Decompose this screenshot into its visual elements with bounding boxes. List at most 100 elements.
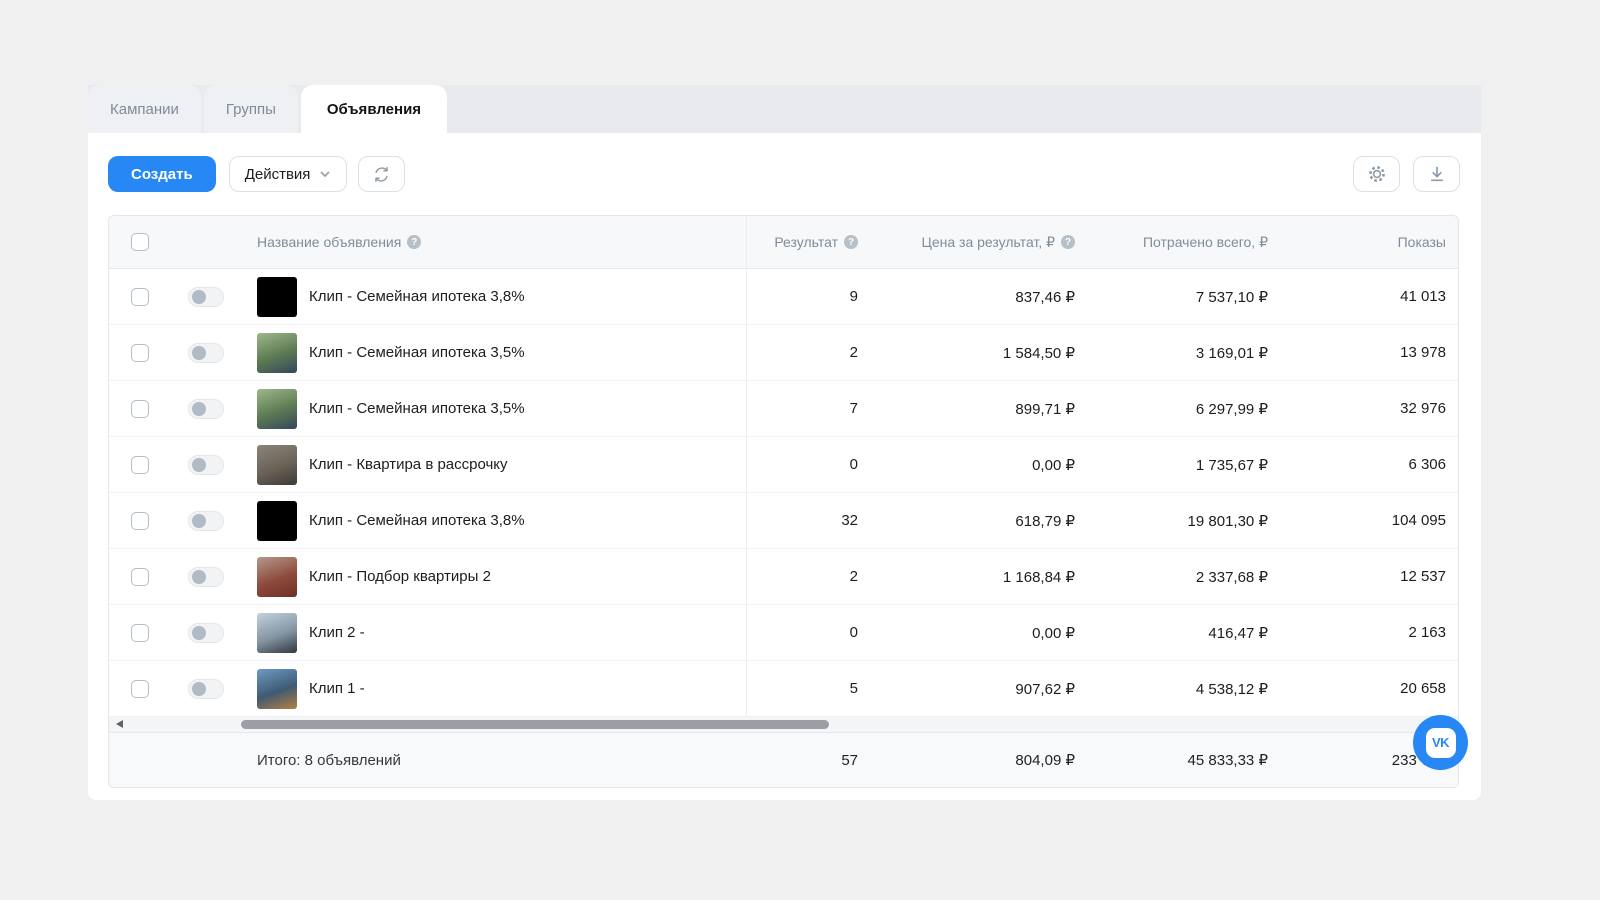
row-checkbox[interactable] — [131, 568, 149, 586]
header-name-label: Название объявления — [257, 234, 401, 250]
ad-name-link[interactable]: Клип 1 - — [309, 680, 365, 697]
row-checkbox[interactable] — [131, 344, 149, 362]
totals-label: Итого: 8 объявлений — [241, 733, 746, 787]
impressions-cell: 41 013 — [1268, 269, 1459, 324]
row-toggle-cell — [171, 493, 241, 548]
ad-thumbnail[interactable] — [257, 669, 297, 709]
result-cell: 5 — [746, 661, 858, 716]
impressions-cell: 2 163 — [1268, 605, 1459, 660]
row-toggle[interactable] — [188, 343, 224, 363]
ad-name-link[interactable]: Клип - Семейная ипотека 3,5% — [309, 344, 525, 361]
spent-total-cell: 2 337,68 ₽ — [1075, 549, 1268, 604]
header-spent-total-label: Потрачено всего, ₽ — [1143, 234, 1268, 251]
actions-button-label: Действия — [245, 166, 311, 183]
tab-campaigns[interactable]: Кампании — [88, 85, 201, 133]
gear-icon — [1367, 164, 1387, 184]
row-checkbox[interactable] — [131, 624, 149, 642]
ad-thumbnail[interactable] — [257, 333, 297, 373]
refresh-icon — [372, 165, 391, 184]
row-toggle-cell — [171, 325, 241, 380]
ad-thumbnail[interactable] — [257, 445, 297, 485]
refresh-button[interactable] — [358, 156, 405, 192]
row-toggle[interactable] — [188, 567, 224, 587]
header-cost-per-result-label: Цена за результат, ₽ — [921, 234, 1055, 251]
header-spent-total[interactable]: Потрачено всего, ₽ — [1075, 216, 1268, 268]
row-checkbox[interactable] — [131, 512, 149, 530]
row-toggle[interactable] — [188, 455, 224, 475]
result-cell: 0 — [746, 437, 858, 492]
impressions-cell: 12 537 — [1268, 549, 1459, 604]
row-checkbox-cell — [109, 381, 171, 436]
spent-total-cell: 4 538,12 ₽ — [1075, 661, 1268, 716]
ads-manager-card: Кампании Группы Объявления Создать Дейст… — [88, 85, 1481, 800]
ad-thumbnail[interactable] — [257, 613, 297, 653]
ads-table: Название объявления ? Результат ? Цена з… — [108, 215, 1459, 788]
row-checkbox[interactable] — [131, 456, 149, 474]
help-icon[interactable]: ? — [407, 235, 421, 249]
spent-total-cell: 6 297,99 ₽ — [1075, 381, 1268, 436]
row-toggle[interactable] — [188, 623, 224, 643]
row-toggle[interactable] — [188, 399, 224, 419]
row-toggle[interactable] — [188, 511, 224, 531]
ad-name-link[interactable]: Клип 2 - — [309, 624, 365, 641]
header-result[interactable]: Результат ? — [746, 216, 858, 268]
header-impressions[interactable]: Показы — [1268, 216, 1459, 268]
help-icon[interactable]: ? — [844, 235, 858, 249]
horizontal-scrollbar[interactable] — [109, 717, 1458, 733]
row-name-cell: Клип - Семейная ипотека 3,5% — [241, 381, 746, 436]
ad-name-link[interactable]: Клип - Подбор квартиры 2 — [309, 568, 491, 585]
row-checkbox[interactable] — [131, 400, 149, 418]
vk-support-button[interactable]: VK — [1413, 715, 1468, 770]
tab-groups[interactable]: Группы — [204, 85, 298, 133]
row-toggle[interactable] — [188, 287, 224, 307]
ad-name-link[interactable]: Клип - Квартира в рассрочку — [309, 456, 508, 473]
ad-name-link[interactable]: Клип - Семейная ипотека 3,5% — [309, 400, 525, 417]
table-row: Клип 1 -5907,62 ₽4 538,12 ₽20 658 — [109, 661, 1458, 717]
toggle-knob — [192, 570, 206, 584]
row-checkbox-cell — [109, 493, 171, 548]
table-row: Клип - Подбор квартиры 221 168,84 ₽2 337… — [109, 549, 1458, 605]
cost-per-result-cell: 618,79 ₽ — [858, 493, 1075, 548]
settings-button[interactable] — [1353, 156, 1400, 192]
totals-row: Итого: 8 объявлений 57 804,09 ₽ 45 833,3… — [109, 733, 1458, 787]
impressions-cell: 6 306 — [1268, 437, 1459, 492]
export-button[interactable] — [1413, 156, 1460, 192]
cost-per-result-cell: 1 584,50 ₽ — [858, 325, 1075, 380]
table-row: Клип - Семейная ипотека 3,8%32618,79 ₽19… — [109, 493, 1458, 549]
row-toggle[interactable] — [188, 679, 224, 699]
header-name[interactable]: Название объявления ? — [241, 216, 746, 268]
select-all-checkbox[interactable] — [131, 233, 149, 251]
ad-thumbnail[interactable] — [257, 557, 297, 597]
row-name-cell: Клип - Семейная ипотека 3,8% — [241, 269, 746, 324]
ad-thumbnail[interactable] — [257, 389, 297, 429]
ad-thumbnail[interactable] — [257, 277, 297, 317]
table-row: Клип - Семейная ипотека 3,5%21 584,50 ₽3… — [109, 325, 1458, 381]
row-toggle-cell — [171, 605, 241, 660]
actions-button[interactable]: Действия — [229, 156, 348, 192]
scroll-left-arrow-icon[interactable] — [116, 720, 123, 728]
cost-per-result-cell: 0,00 ₽ — [858, 605, 1075, 660]
cost-per-result-cell: 0,00 ₽ — [858, 437, 1075, 492]
cost-per-result-cell: 837,46 ₽ — [858, 269, 1075, 324]
header-toggle-cell — [171, 216, 241, 268]
ad-thumbnail[interactable] — [257, 501, 297, 541]
spent-total-cell: 416,47 ₽ — [1075, 605, 1268, 660]
scrollbar-thumb[interactable] — [241, 720, 829, 729]
ad-name-link[interactable]: Клип - Семейная ипотека 3,8% — [309, 512, 525, 529]
spent-total-cell: 7 537,10 ₽ — [1075, 269, 1268, 324]
toggle-knob — [192, 402, 206, 416]
header-cost-per-result[interactable]: Цена за результат, ₽ ? — [858, 216, 1075, 268]
row-toggle-cell — [171, 269, 241, 324]
chevron-down-icon — [319, 168, 331, 180]
table-row: Клип 2 - 00,00 ₽416,47 ₽2 163 — [109, 605, 1458, 661]
ad-name-link[interactable]: Клип - Семейная ипотека 3,8% — [309, 288, 525, 305]
row-checkbox[interactable] — [131, 288, 149, 306]
result-cell: 0 — [746, 605, 858, 660]
row-checkbox[interactable] — [131, 680, 149, 698]
create-button[interactable]: Создать — [108, 156, 216, 192]
row-name-cell: Клип 1 - — [241, 661, 746, 716]
impressions-cell: 20 658 — [1268, 661, 1459, 716]
row-checkbox-cell — [109, 549, 171, 604]
tab-ads[interactable]: Объявления — [301, 85, 447, 133]
help-icon[interactable]: ? — [1061, 235, 1075, 249]
